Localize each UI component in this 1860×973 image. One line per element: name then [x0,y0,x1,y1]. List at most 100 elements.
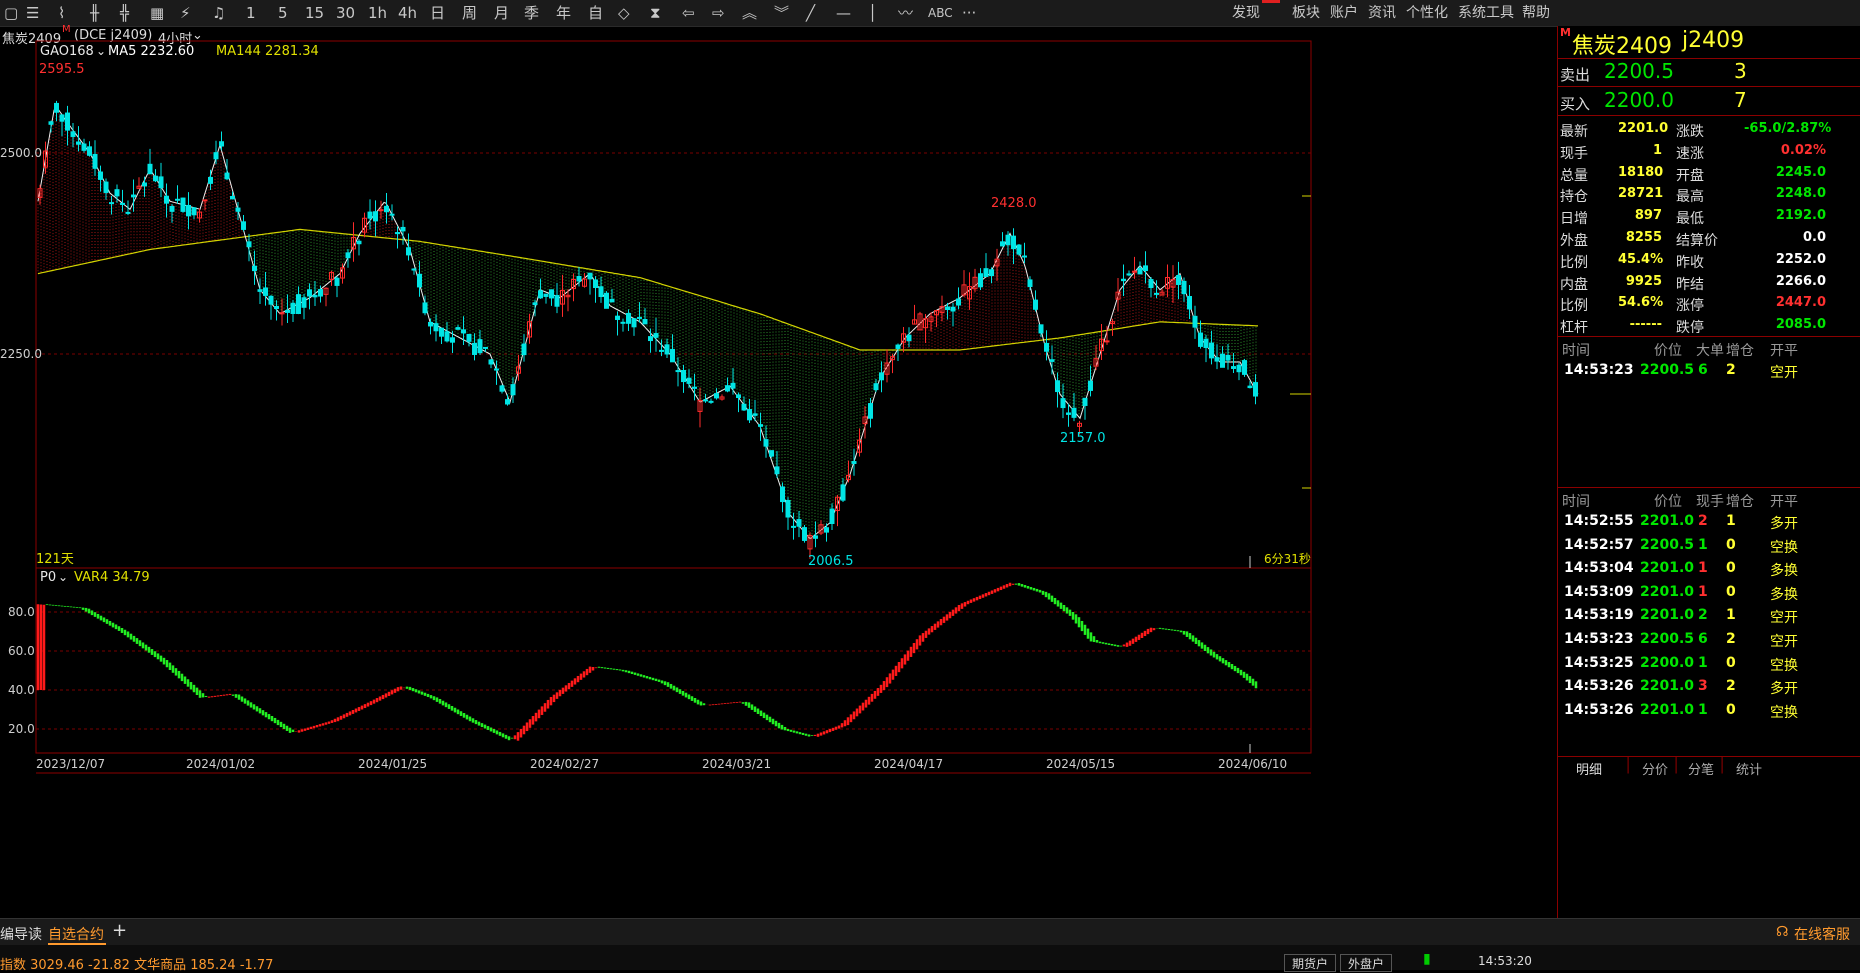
more-icon[interactable]: ··· [962,3,976,23]
bell-icon[interactable]: ♫ [212,3,225,23]
period-15[interactable]: 15 [305,3,324,23]
x-date: 2024/04/17 [874,757,943,771]
candle-body [576,275,582,282]
online-service-button[interactable]: 在线客服 [1794,924,1850,944]
double-down-icon[interactable]: ︾ [774,3,789,23]
period-30[interactable]: 30 [336,3,355,23]
period-4h[interactable]: 4h [398,3,417,23]
menu-account[interactable]: 账户 [1330,2,1358,22]
sub-indicator-name[interactable]: P0 [40,570,56,585]
period-1[interactable]: 1 [246,3,256,23]
menu-personalize[interactable]: 个性化 [1406,2,1448,22]
candle-body [1225,354,1231,361]
menu-news[interactable]: 资讯 [1368,2,1396,22]
candle-body [615,315,620,320]
indicator-chevron-icon[interactable]: ⌄ [96,44,106,58]
add-tab-button[interactable]: + [112,920,127,941]
tick-row[interactable]: 14:53:23 2200.5 6 2 空开 [1558,359,1860,385]
hline-icon[interactable]: — [836,3,851,23]
period-week[interactable]: 周 [462,3,477,23]
candle-body [1011,235,1016,250]
tab-guide[interactable]: 编导读 [0,924,42,944]
candle-body [538,290,543,299]
candle-body [824,527,829,533]
tick-row[interactable]: 14:53:04 2201.0 1 0 多换 [1558,557,1860,583]
left-arrow-icon[interactable]: ⇦ [682,3,695,23]
pan-icon[interactable]: ╬ [120,3,129,23]
candle-body [76,141,81,145]
tab-watchlist[interactable]: 自选合约 [48,924,104,944]
vline-icon[interactable]: │ [868,3,877,23]
diamond-icon[interactable]: ◇ [618,3,630,23]
candle-body [131,194,136,198]
period-custom[interactable]: 自 [588,3,603,23]
indicator-name[interactable]: GAO168 [40,44,94,59]
tab-detail[interactable]: 明细 [1576,759,1602,778]
quote-code: j2409 [1682,28,1745,53]
column-header: 价位 [1654,343,1682,359]
osc-tick-80: 80.0 [8,605,35,619]
menu-sector[interactable]: 板块 [1292,2,1320,22]
tick-row[interactable]: 14:52:55 2201.0 2 1 多开 [1558,510,1860,536]
candle-body [956,298,961,306]
double-up-icon[interactable]: ︽ [742,3,757,23]
candle-body [648,336,653,342]
menu-discover[interactable]: 发现 [1232,2,1260,22]
y-tick-2250: 2250.0 [0,347,42,361]
line-icon[interactable]: ╱ [806,3,815,23]
ask-row[interactable]: 卖出 2200.5 3 [1558,58,1860,87]
stat-value: ------ [1629,317,1662,333]
bid-row[interactable]: 买入 2200.0 7 [1558,87,1860,116]
tick-row[interactable]: 14:53:26 2201.0 3 2 多开 [1558,675,1860,701]
candle-body [1209,342,1214,359]
signal-icon[interactable]: ⚡ [180,3,191,23]
candle-body [411,268,417,271]
candle-body [1060,398,1066,409]
abc-button[interactable]: ABC [928,3,953,23]
kline-icon[interactable]: ╫ [90,3,99,23]
period-5[interactable]: 5 [278,3,288,23]
candle-body [587,272,593,280]
period-quarter[interactable]: 季 [524,3,539,23]
tick-row[interactable]: 14:53:26 2201.0 1 0 空换 [1558,699,1860,725]
menu-system-tools[interactable]: 系统工具 [1458,2,1514,22]
hourglass-icon[interactable]: ⧗ [650,3,661,23]
tick-row[interactable]: 14:52:57 2200.5 1 0 空换 [1558,534,1860,560]
candle-body [1000,241,1005,247]
right-arrow-icon[interactable]: ⇨ [712,3,725,23]
headset-icon[interactable]: ☊ [1776,924,1788,940]
foreign-account-button[interactable]: 外盘户 [1340,954,1392,972]
period-month[interactable]: 月 [494,3,509,23]
table-icon[interactable]: ▦ [150,3,164,23]
tab-statistics[interactable]: 统计 [1736,759,1762,778]
tick-row[interactable]: 14:53:23 2200.5 6 2 空开 [1558,628,1860,654]
tick-row[interactable]: 14:53:09 2201.0 1 0 多换 [1558,581,1860,607]
draw-icon[interactable]: ⌇ [58,3,65,23]
candle-body [285,309,290,313]
tick-row[interactable]: 14:53:25 2200.0 1 0 空换 [1558,652,1860,678]
wave-icon[interactable]: 〰 [898,3,913,23]
futures-account-button[interactable]: 期货户 [1284,954,1336,972]
tab-price-breakdown[interactable]: 分价 [1642,759,1668,778]
period-year[interactable]: 年 [556,3,571,23]
candle-body [147,163,153,175]
candle-body [1231,366,1236,369]
grid-icon[interactable]: ▢ [4,3,18,23]
candle-body [510,384,516,396]
candle-body [1203,338,1209,349]
tick-oi-change: 0 [1726,701,1736,718]
tab-per-trade[interactable]: 分笔 [1688,759,1714,778]
period-day[interactable]: 日 [430,3,445,23]
tick-row[interactable]: 14:53:19 2201.0 2 1 空开 [1558,604,1860,630]
candle-body [263,287,268,296]
candle-body [851,461,857,464]
candle-body [186,204,191,217]
candle-body [345,252,351,259]
period-1h[interactable]: 1h [368,3,387,23]
menu-help[interactable]: 帮助 [1522,2,1550,22]
list-icon[interactable]: ☰ [26,3,39,23]
candle-body [48,121,54,125]
kline-chart[interactable]: GAO168 ⌄ MA5 2232.60 MA144 2281.34 2595.… [0,26,1557,918]
candle-body [395,232,400,235]
sub-indicator-chevron-icon[interactable]: ⌄ [58,570,68,584]
